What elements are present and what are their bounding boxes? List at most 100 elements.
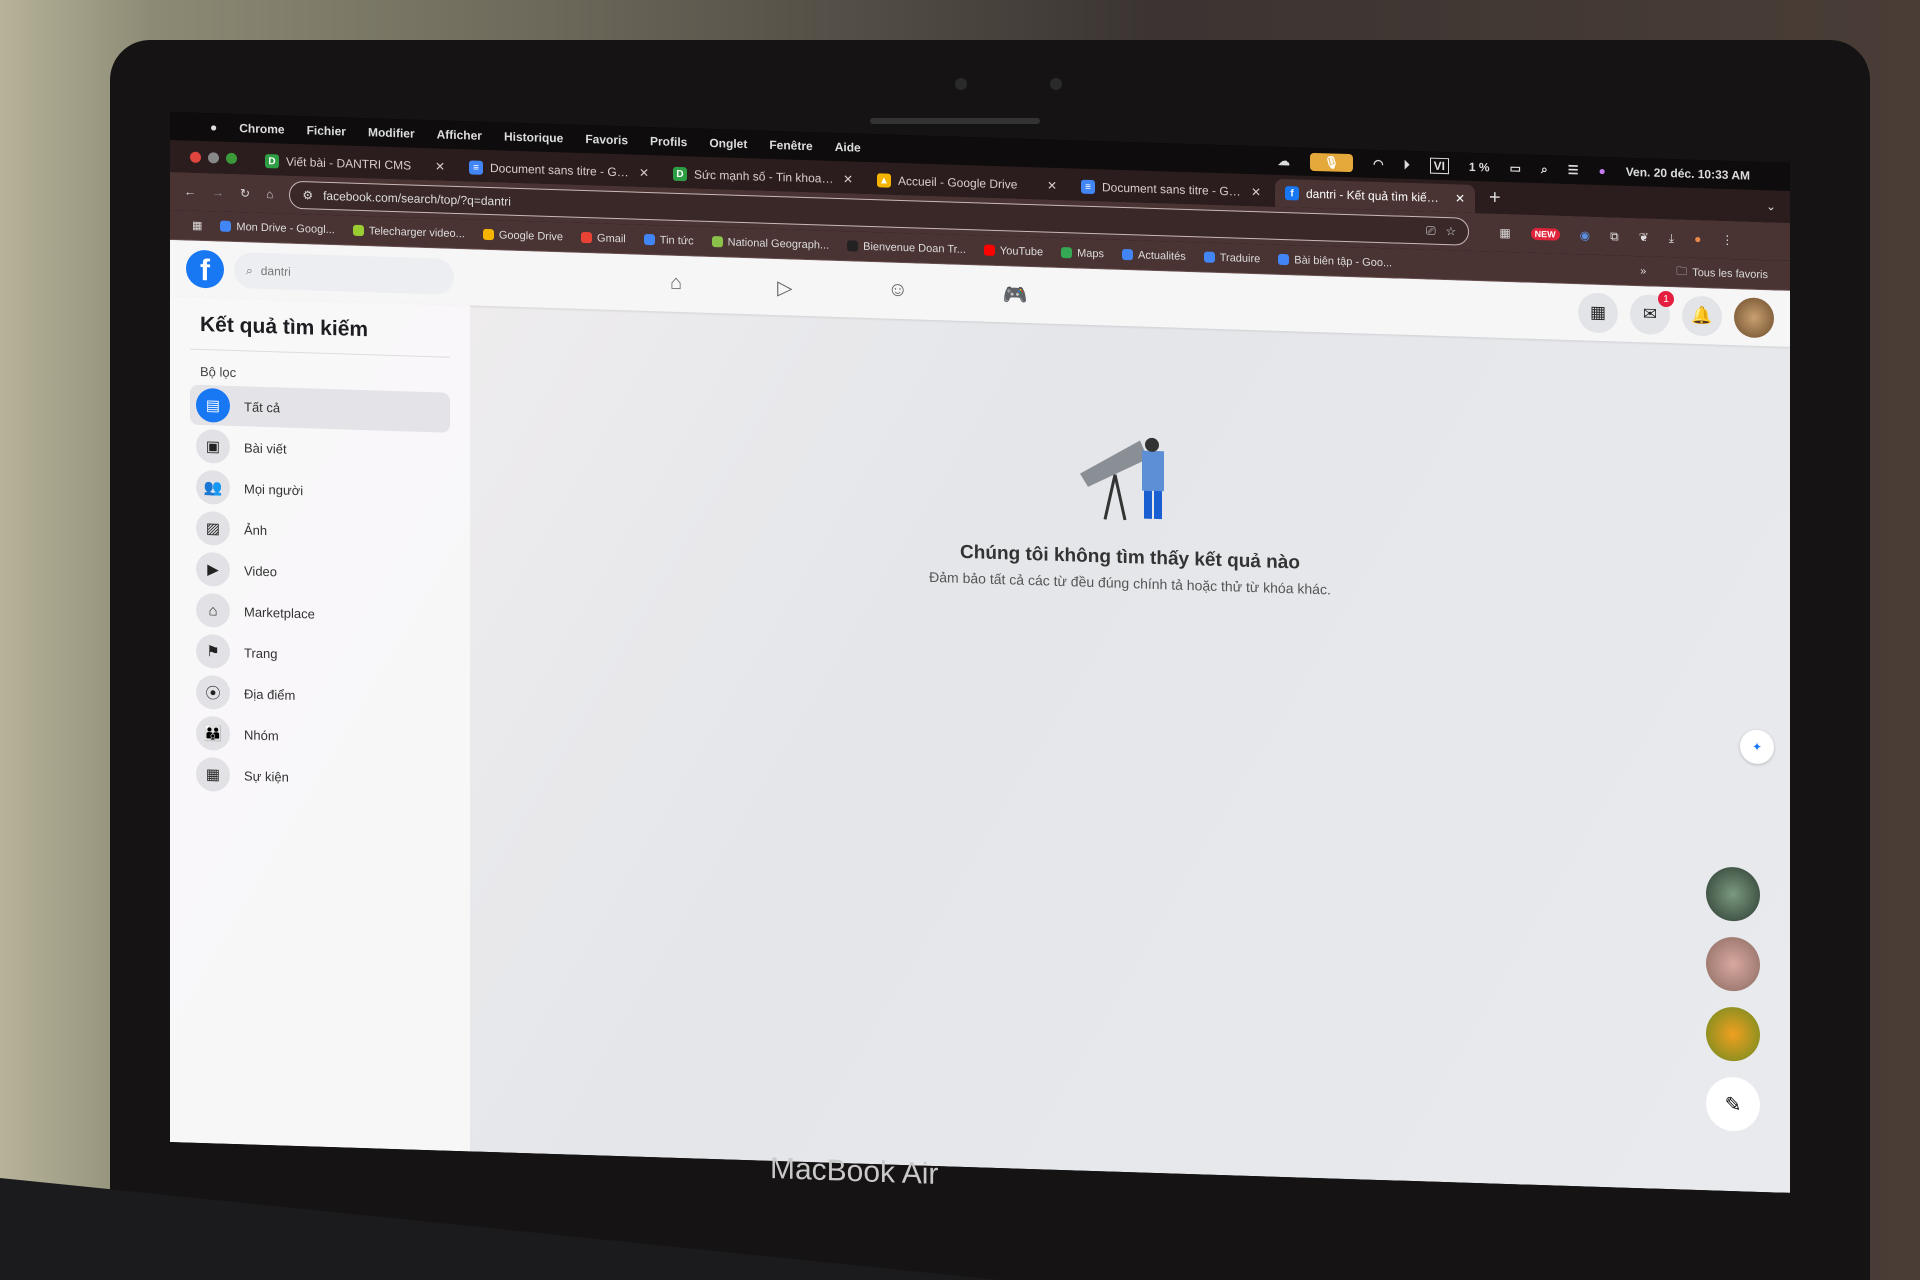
screen: ● Chrome Fichier Modifier Afficher Historiqu… bbox=[170, 112, 1790, 1193]
back-icon[interactable]: ← bbox=[184, 184, 196, 198]
home-tab-icon[interactable]: ⌂ bbox=[670, 271, 682, 296]
reload-icon[interactable]: ↻ bbox=[240, 186, 250, 200]
contact-avatar[interactable] bbox=[1706, 1006, 1760, 1062]
groups-tab-icon[interactable]: ☺ bbox=[887, 278, 907, 304]
messenger-badge: 1 bbox=[1658, 290, 1674, 308]
forward-icon[interactable]: → bbox=[212, 185, 224, 199]
bookmark-item[interactable]: Maps bbox=[1061, 247, 1104, 260]
bookmark-item[interactable]: Telecharger video... bbox=[352, 224, 465, 240]
messenger-icon[interactable]: ✉ 1 bbox=[1630, 290, 1674, 336]
keyboard-input[interactable]: VI bbox=[1429, 157, 1449, 175]
filter-item[interactable]: ⚑ Trang bbox=[190, 631, 450, 679]
menu-item[interactable]: Historique bbox=[504, 129, 563, 145]
bookmark-item[interactable]: Mon Drive - Googl... bbox=[220, 220, 335, 236]
install-app-icon[interactable]: ⎚ bbox=[1426, 223, 1436, 238]
site-settings-icon[interactable]: ⚙ bbox=[302, 188, 313, 202]
battery-level[interactable]: 1 % bbox=[1469, 160, 1490, 175]
bookmark-label: YouTube bbox=[999, 244, 1044, 258]
download-icon[interactable]: ⤓ bbox=[1669, 231, 1674, 246]
bookmark-item[interactable]: Gmail bbox=[581, 231, 626, 245]
ai-assistant-icon[interactable]: ✦ bbox=[1740, 729, 1774, 765]
extensions-puzzle-icon[interactable]: ⧉ bbox=[1610, 229, 1619, 244]
filter-icon: ▶ bbox=[196, 551, 230, 587]
filter-item[interactable]: ▣ Bài viết bbox=[190, 426, 450, 474]
bookmark-item[interactable]: National Geograph... bbox=[711, 236, 829, 251]
notifications-bell-icon[interactable]: 🔔 bbox=[1682, 295, 1722, 337]
tab-close-icon[interactable]: ✕ bbox=[843, 172, 853, 186]
filter-label: Ảnh bbox=[244, 521, 268, 538]
filter-item[interactable]: ▤ Tất cả bbox=[190, 384, 450, 433]
bookmark-favicon-icon bbox=[847, 240, 859, 252]
account-avatar[interactable] bbox=[1734, 297, 1774, 339]
tab-close-icon[interactable]: ✕ bbox=[1251, 185, 1261, 199]
menu-item[interactable]: Favoris bbox=[585, 132, 628, 147]
contact-avatar[interactable] bbox=[1706, 866, 1760, 922]
apple-icon[interactable]: ● bbox=[210, 120, 217, 134]
bookmark-item[interactable]: Google Drive bbox=[482, 228, 563, 243]
bookmark-item[interactable]: Tin tức bbox=[643, 233, 694, 247]
menu-item[interactable]: Fichier bbox=[307, 123, 346, 138]
bookmark-star-icon[interactable]: ☆ bbox=[1446, 224, 1457, 238]
menu-item[interactable]: Fenêtre bbox=[769, 138, 812, 153]
menu-item[interactable]: Chrome bbox=[239, 121, 284, 136]
menu-item[interactable]: Onglet bbox=[709, 136, 747, 151]
minimize-window-button[interactable] bbox=[208, 151, 219, 164]
contact-avatar[interactable] bbox=[1706, 936, 1760, 992]
leaf-extension-icon[interactable]: ❦ bbox=[1639, 230, 1649, 244]
menu-item[interactable]: Profils bbox=[650, 134, 687, 149]
extension-icon[interactable]: ◉ bbox=[1580, 228, 1590, 242]
new-extension-badge[interactable]: NEW bbox=[1530, 227, 1560, 241]
bookmark-label: Tin tức bbox=[659, 233, 694, 247]
apps-icon[interactable]: ▦ bbox=[192, 219, 202, 232]
tab-close-icon[interactable]: ✕ bbox=[1047, 179, 1057, 193]
bookmark-item[interactable]: YouTube bbox=[983, 244, 1044, 258]
tab-title: Sức mạnh số - Tin khoa học bbox=[694, 167, 836, 186]
filter-item[interactable]: ⦿ Địa điểm bbox=[190, 672, 450, 720]
bookmark-item[interactable]: Traduire bbox=[1203, 251, 1260, 265]
bookmark-item[interactable]: Bienvenue Doan Tr... bbox=[847, 240, 966, 256]
microphone-icon[interactable]: 🎙 bbox=[1309, 152, 1354, 173]
bookmark-label: Telecharger video... bbox=[368, 224, 465, 240]
clock[interactable]: Ven. 20 déc. 10:33 AM bbox=[1626, 165, 1750, 183]
menu-grid-icon[interactable]: ▦ bbox=[1578, 292, 1618, 334]
tab-search-button[interactable]: ⌄ bbox=[1766, 199, 1776, 213]
home-icon[interactable]: ⌂ bbox=[266, 187, 273, 201]
new-message-icon[interactable]: ✎ bbox=[1706, 1076, 1760, 1132]
bookmark-item[interactable]: Actualités bbox=[1122, 248, 1186, 262]
cloud-icon[interactable]: ☁ bbox=[1278, 154, 1290, 168]
menu-item[interactable]: Afficher bbox=[437, 127, 482, 142]
gaming-tab-icon[interactable]: 🎮 bbox=[1003, 282, 1028, 308]
filter-item[interactable]: ▦ Sự kiện bbox=[190, 754, 450, 802]
close-window-button[interactable] bbox=[190, 151, 201, 163]
tab-close-icon[interactable]: ✕ bbox=[1455, 191, 1465, 205]
menu-item[interactable]: Modifier bbox=[368, 125, 415, 140]
chrome-menu-icon[interactable]: ⋮ bbox=[1721, 233, 1733, 247]
filter-item[interactable]: ▶ Video bbox=[190, 549, 450, 597]
profile-avatar[interactable]: ● bbox=[1694, 232, 1701, 246]
bookmark-favicon-icon bbox=[581, 231, 593, 244]
all-bookmarks-button[interactable]: 🗀 Tous les favoris bbox=[1676, 262, 1768, 284]
tab-close-icon[interactable]: ✕ bbox=[435, 159, 445, 173]
search-icon: ⌕ bbox=[246, 262, 253, 278]
bookmark-item[interactable]: Bài biên tập - Goo... bbox=[1278, 253, 1392, 269]
wifi-icon[interactable]: ◠ bbox=[1373, 157, 1383, 171]
filter-item[interactable]: ⌂ Marketplace bbox=[190, 590, 450, 638]
maximize-window-button[interactable] bbox=[226, 152, 237, 164]
play-icon[interactable]: ⏵ bbox=[1404, 157, 1410, 172]
qr-extension-icon[interactable]: ▦ bbox=[1499, 226, 1510, 240]
filter-item[interactable]: 👥 Mọi người bbox=[190, 467, 450, 515]
spotlight-search-icon[interactable]: ⌕ bbox=[1541, 162, 1548, 177]
siri-icon[interactable]: ● bbox=[1598, 164, 1605, 178]
facebook-logo[interactable]: f bbox=[186, 249, 224, 289]
new-tab-button[interactable]: + bbox=[1489, 186, 1501, 209]
control-center-icon[interactable]: ☰ bbox=[1568, 163, 1579, 177]
filter-icon: ⦿ bbox=[196, 674, 230, 710]
search-input[interactable]: ⌕ dantri bbox=[234, 252, 454, 295]
filter-label: Nhóm bbox=[244, 726, 279, 743]
video-tab-icon[interactable]: ▷ bbox=[777, 275, 792, 300]
filter-item[interactable]: ▨ Ảnh bbox=[190, 508, 450, 556]
tab-close-icon[interactable]: ✕ bbox=[639, 166, 649, 180]
filter-item[interactable]: 👪 Nhóm bbox=[190, 713, 450, 761]
menu-item[interactable]: Aide bbox=[835, 140, 861, 155]
bookmarks-overflow-button[interactable]: » bbox=[1640, 265, 1646, 277]
